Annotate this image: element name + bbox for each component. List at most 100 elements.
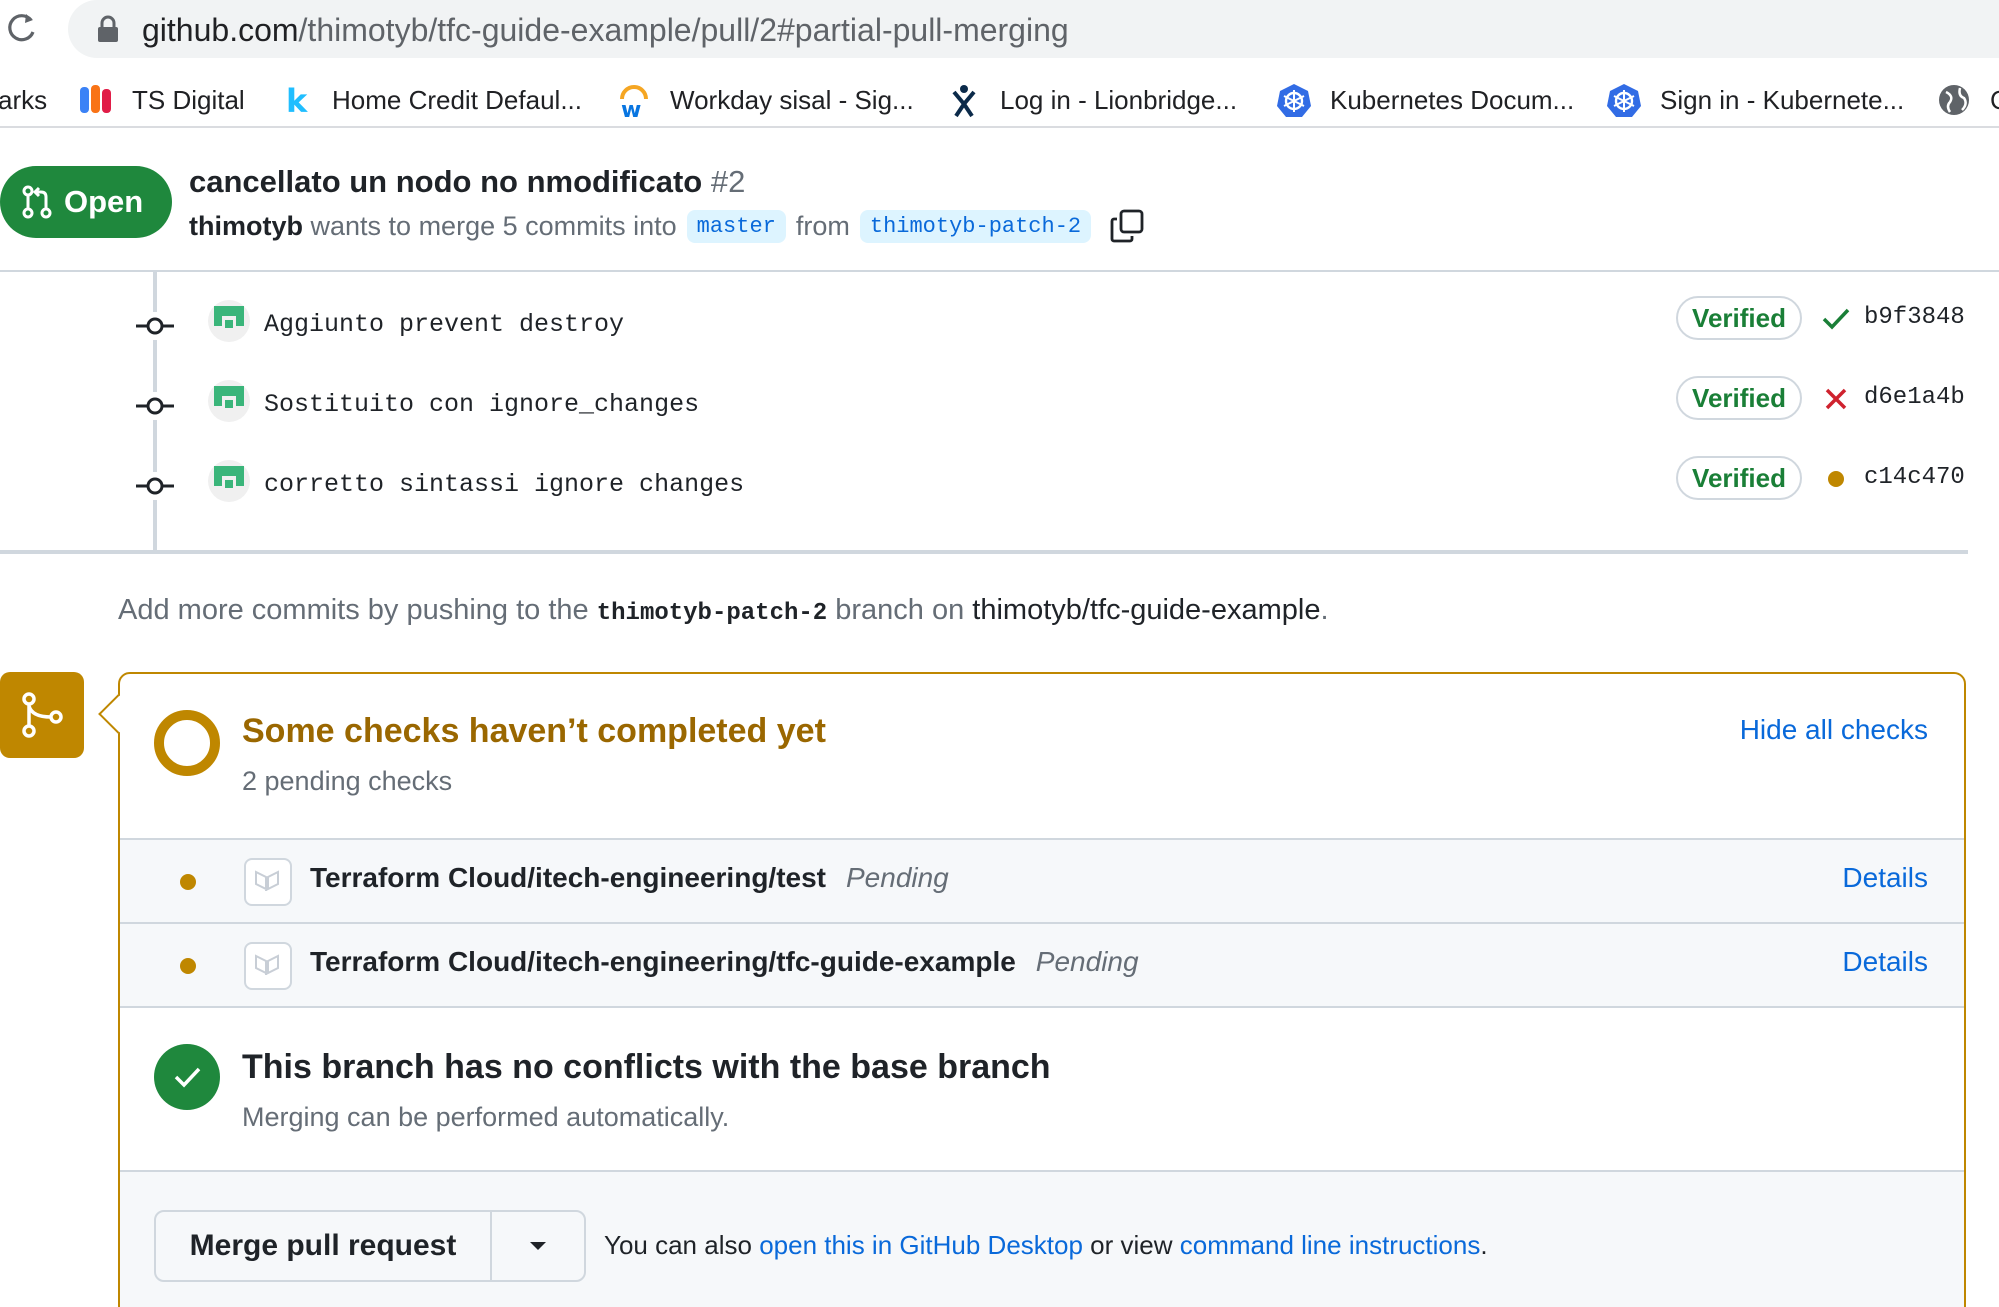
bookmark-label: arks — [0, 84, 48, 115]
commit-row: corretto sintassi ignore changes Verifie… — [0, 456, 1999, 516]
pending-ring-icon — [154, 710, 220, 776]
bookmark-label: Sign in - Kubernete... — [1660, 84, 1905, 115]
url-text[interactable]: github.com/thimotyb/tfc-guide-example/pu… — [142, 10, 1069, 50]
pr-from-text: from — [795, 210, 850, 241]
globe-icon — [1934, 80, 1974, 120]
avatar[interactable] — [208, 460, 250, 502]
commit-message[interactable]: Sostituito con ignore_changes — [264, 390, 699, 419]
merge-options-dropdown[interactable] — [492, 1212, 584, 1280]
checks-header: Some checks haven’t completed yet 2 pend… — [120, 674, 1964, 838]
bookmark-item[interactable]: arks — [0, 80, 47, 120]
head-branch-label[interactable]: thimotyb-patch-2 — [859, 209, 1092, 243]
verified-badge[interactable]: Verified — [1676, 456, 1802, 500]
avatar[interactable] — [208, 380, 250, 422]
push-note-suffix: . — [1320, 594, 1329, 626]
bookmark-item[interactable]: Kubernetes Docum... — [1274, 80, 1574, 120]
conflicts-section: This branch has no conflicts with the ba… — [120, 1006, 1964, 1170]
push-note-middle: branch on — [835, 594, 965, 626]
x-icon[interactable] — [1818, 384, 1854, 414]
commit-node-icon — [136, 472, 174, 500]
bookmark-item[interactable]: TS Digital — [76, 80, 245, 120]
kubernetes-icon — [1274, 80, 1314, 120]
commits-divider — [0, 550, 1968, 554]
bookmark-label: Kubernetes Docum... — [1330, 84, 1575, 115]
bookmark-item[interactable]: Log in - Lionbridge... — [944, 80, 1237, 120]
checks-subtitle: 2 pending checks — [242, 766, 453, 796]
lock-icon[interactable] — [95, 15, 121, 43]
pending-dot-icon — [180, 874, 196, 890]
commit-node-icon — [136, 392, 174, 420]
check-row: Terraform Cloud/itech-engineering/tfc-gu… — [120, 922, 1964, 1006]
commit-node-icon — [136, 312, 174, 340]
commit-sha[interactable]: b9f3848 — [1864, 304, 1965, 331]
bookmark-item[interactable]: w Workday sisal - Sig... — [614, 80, 914, 120]
bookmark-label: Home Credit Defaul... — [332, 84, 582, 115]
hide-all-checks-link[interactable]: Hide all checks — [1740, 714, 1928, 746]
pr-title: cancellato un nodo no nmodificato #2 — [189, 162, 745, 202]
checks-title: Some checks haven’t completed yet — [242, 712, 826, 750]
check-row: Terraform Cloud/itech-engineering/test Pe… — [120, 838, 1964, 922]
merge-box: Some checks haven’t completed yet 2 pend… — [118, 672, 1966, 1307]
push-note-branch: thimotyb-patch-2 — [596, 600, 828, 627]
pr-author[interactable]: thimotyb — [189, 211, 303, 242]
commit-sha[interactable]: c14c470 — [1864, 464, 1965, 491]
lionbridge-icon — [944, 80, 984, 120]
push-note: Add more commits by pushing to the thimo… — [118, 594, 1329, 627]
open-desktop-link[interactable]: open this in GitHub Desktop — [759, 1230, 1083, 1260]
cli-instructions-link[interactable]: command line instructions — [1180, 1230, 1481, 1260]
bookmark-label: Workday sisal - Sig... — [670, 84, 914, 115]
workday-icon: w — [614, 80, 654, 120]
also-prefix: You can also — [604, 1230, 752, 1260]
check-name-text: Terraform Cloud/itech-engineering/tfc-gu… — [310, 946, 1016, 977]
check-name: Terraform Cloud/itech-engineering/test Pe… — [310, 862, 949, 894]
conflicts-title: This branch has no conflicts with the ba… — [242, 1048, 1051, 1086]
pr-state-badge: Open — [0, 166, 172, 238]
details-link[interactable]: Details — [1842, 862, 1928, 894]
terraform-app-icon[interactable] — [244, 858, 292, 906]
bookmark-label: C — [1990, 85, 1999, 116]
base-branch-label[interactable]: master — [686, 209, 786, 243]
ts-digital-icon — [76, 80, 116, 120]
caret-down-icon — [530, 1242, 546, 1250]
kaggle-icon: k — [276, 80, 316, 120]
details-link[interactable]: Details — [1842, 946, 1928, 978]
pending-dot-icon[interactable] — [1818, 464, 1854, 494]
bookmark-item[interactable]: Sign in - Kubernete... — [1604, 80, 1904, 120]
bookmark-label: Log in - Lionbridge... — [1000, 84, 1238, 115]
merge-actions: Merge pull request You can also open thi… — [120, 1170, 1964, 1307]
bookmark-item[interactable]: k Home Credit Defaul... — [276, 80, 582, 120]
pull-request-icon — [22, 185, 52, 219]
commit-message[interactable]: Aggiunto prevent destroy — [264, 310, 624, 339]
also-suffix: . — [1480, 1230, 1488, 1260]
copy-icon[interactable] — [1107, 206, 1147, 246]
bookmarks-bar: arks TS Digital k Home Credit Defaul... … — [0, 72, 1999, 128]
conflicts-subtitle: Merging can be performed automatically. — [242, 1102, 730, 1132]
bookmark-item[interactable]: C — [1934, 80, 1999, 120]
merge-pull-request-button[interactable]: Merge pull request — [156, 1212, 492, 1280]
url-host: github.com — [142, 12, 299, 48]
verified-badge[interactable]: Verified — [1676, 376, 1802, 420]
reload-icon[interactable] — [2, 8, 42, 48]
check-name: Terraform Cloud/itech-engineering/tfc-gu… — [310, 946, 1139, 978]
commit-row: Aggiunto prevent destroy Verified b9f384… — [0, 296, 1999, 356]
pr-meta: thimotyb wants to merge 5 commits into m… — [189, 206, 1147, 246]
commit-sha[interactable]: d6e1a4b — [1864, 384, 1965, 411]
avatar[interactable] — [208, 300, 250, 342]
url-path: /thimotyb/tfc-guide-example/pull/2#parti… — [298, 12, 1069, 48]
commit-message[interactable]: corretto sintassi ignore changes — [264, 470, 744, 499]
push-note-repo[interactable]: thimotyb/tfc-guide-example — [972, 594, 1320, 626]
merge-button-group: Merge pull request — [154, 1210, 586, 1282]
pr-title-text: cancellato un nodo no nmodificato — [189, 164, 703, 199]
pr-state-label: Open — [64, 184, 144, 219]
check-name-text: Terraform Cloud/itech-engineering/test — [310, 862, 826, 893]
push-note-prefix: Add more commits by pushing to the — [118, 594, 589, 626]
check-icon[interactable] — [1818, 304, 1854, 334]
bookmark-label: TS Digital — [132, 84, 245, 115]
pending-dot-icon — [180, 958, 196, 974]
svg-text:w: w — [621, 98, 641, 119]
verified-badge[interactable]: Verified — [1676, 296, 1802, 340]
merge-help-text: You can also open this in GitHub Desktop… — [604, 1230, 1488, 1261]
commit-row: Sostituito con ignore_changes Verified d… — [0, 376, 1999, 436]
git-merge-icon — [0, 672, 84, 758]
terraform-app-icon[interactable] — [244, 942, 292, 990]
